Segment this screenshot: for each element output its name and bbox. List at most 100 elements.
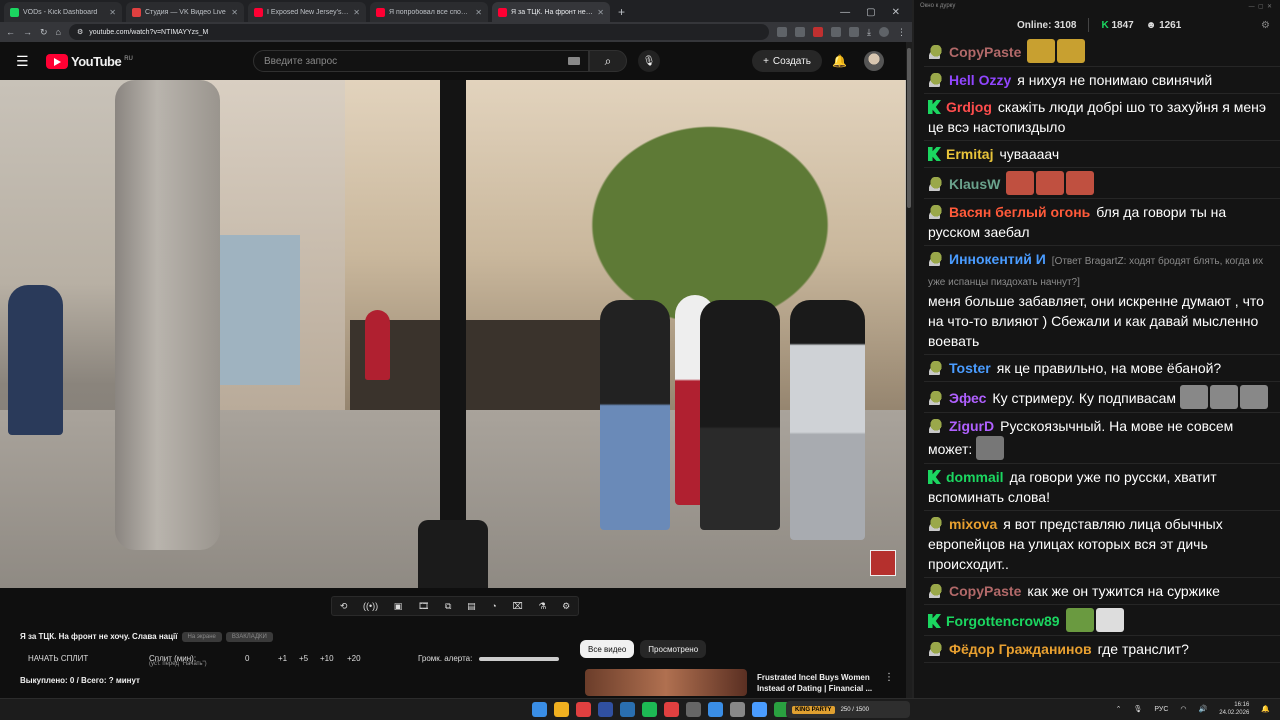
close-tab-icon[interactable]: ✕ bbox=[231, 8, 238, 17]
extension-icon[interactable] bbox=[831, 27, 842, 37]
taskbar-app-icon[interactable] bbox=[598, 702, 613, 717]
create-button[interactable]: + Создать bbox=[752, 50, 822, 72]
chip-watched[interactable]: Просмотрено bbox=[640, 640, 707, 658]
chat-username[interactable]: Васян беглый огонь bbox=[949, 204, 1090, 220]
taskbar-app-icon[interactable] bbox=[576, 702, 591, 717]
minimize-icon[interactable]: — bbox=[840, 7, 850, 18]
account-avatar[interactable] bbox=[864, 51, 884, 71]
notifications-bell-icon[interactable]: 🔔 bbox=[832, 54, 847, 68]
bookmark-pill[interactable]: ВЗАКЛАДКИ bbox=[225, 632, 273, 642]
chat-username[interactable]: Hell Ozzy bbox=[949, 72, 1011, 88]
tab-youtube-1[interactable]: I Exposed New Jersey's Jewish✕ bbox=[248, 2, 366, 22]
forward-icon[interactable]: → bbox=[23, 27, 32, 37]
extension-icon[interactable] bbox=[849, 27, 860, 37]
taskbar-app-icon[interactable] bbox=[642, 702, 657, 717]
more-options-icon[interactable]: ⋮ bbox=[884, 672, 894, 683]
recommendation-title[interactable]: Frustrated Incel Buys Women Instead of D… bbox=[757, 672, 887, 694]
loop-icon[interactable]: ⟲ bbox=[340, 601, 348, 612]
chat-username[interactable]: Эфес bbox=[949, 390, 986, 406]
screenshot-icon[interactable]: ▣ bbox=[394, 601, 403, 612]
youtube-logo[interactable]: YouTube RU bbox=[46, 53, 133, 69]
chip-all-videos[interactable]: Все видео bbox=[580, 640, 635, 658]
settings-icon[interactable]: ⚙ bbox=[1261, 20, 1270, 31]
chat-username[interactable]: Toster bbox=[949, 360, 991, 376]
taskbar-app-icon[interactable] bbox=[708, 702, 723, 717]
profile-icon[interactable] bbox=[879, 27, 889, 37]
chat-username[interactable]: ZigurD bbox=[949, 418, 994, 434]
extension-icon[interactable] bbox=[777, 27, 788, 37]
overlay-pill[interactable]: На экране bbox=[181, 632, 222, 642]
taskbar-app-icon[interactable] bbox=[620, 702, 635, 717]
tab-youtube-2[interactable]: Я попробовал все способы б✕ bbox=[370, 2, 488, 22]
close-tab-icon[interactable]: ✕ bbox=[597, 8, 604, 17]
search-button[interactable]: ⌕ bbox=[589, 50, 627, 72]
extension-icon[interactable] bbox=[813, 27, 824, 37]
king-party-widget[interactable]: KING PARTY 250 / 1500 bbox=[786, 701, 910, 718]
scrollbar-thumb[interactable] bbox=[907, 48, 911, 208]
new-tab-icon[interactable]: + bbox=[618, 5, 625, 19]
url-field[interactable]: ⚙ youtube.com/watch?v=NTIMAYYzs_M bbox=[68, 24, 770, 40]
volume-icon[interactable]: 🔊 bbox=[1199, 705, 1208, 713]
download-icon[interactable]: ⤓ bbox=[867, 27, 871, 38]
split-plus1-button[interactable]: +1 bbox=[278, 654, 287, 663]
chat-username[interactable]: KlausW bbox=[949, 176, 1000, 192]
video-person bbox=[790, 300, 865, 540]
chat-window-controls[interactable]: — ▢ ✕ bbox=[1249, 3, 1272, 14]
video-player[interactable] bbox=[0, 80, 906, 588]
taskbar-app-icon[interactable] bbox=[554, 702, 569, 717]
chat-username[interactable]: mixova bbox=[949, 516, 997, 532]
recommendation-thumbnail[interactable] bbox=[585, 669, 747, 696]
camera-icon[interactable]: ⌧ bbox=[512, 601, 522, 612]
tab-vk-studio[interactable]: Студия — VK Видео Live ✕ bbox=[126, 2, 244, 22]
chat-username[interactable]: Grdjog bbox=[946, 99, 992, 115]
menu-dots-icon[interactable]: ⋮ bbox=[897, 27, 906, 38]
broadcast-icon[interactable]: ((•)) bbox=[363, 601, 378, 611]
taskbar-app-icon[interactable] bbox=[686, 702, 701, 717]
chat-username[interactable]: CopyPaste bbox=[949, 583, 1021, 599]
close-tab-icon[interactable]: ✕ bbox=[109, 8, 116, 17]
chat-username[interactable]: dommail bbox=[946, 469, 1004, 485]
lab-icon[interactable]: ⚗ bbox=[538, 601, 546, 612]
maximize-icon[interactable]: ▢ bbox=[866, 7, 875, 18]
tab-kick-vods[interactable]: VODs - Kick Dashboard ✕ bbox=[4, 2, 122, 22]
alert-volume-slider[interactable] bbox=[479, 657, 559, 661]
clock[interactable]: 16:16 24.02.2026 bbox=[1219, 701, 1249, 717]
chat-username[interactable]: CopyPaste bbox=[949, 44, 1021, 60]
speed-icon[interactable]: ◔ bbox=[491, 601, 496, 611]
mic-icon[interactable]: 🎙 bbox=[1134, 705, 1143, 713]
taskbar-app-icon[interactable] bbox=[752, 702, 767, 717]
chat-username[interactable]: Фёдор Гражданинов bbox=[949, 641, 1092, 657]
back-icon[interactable]: ← bbox=[6, 27, 15, 37]
subtitles-icon[interactable]: ▤ bbox=[467, 601, 476, 612]
tray-chevron-icon[interactable]: ⌃ bbox=[1116, 705, 1122, 713]
tab-youtube-active[interactable]: Я за ТЦК. На фронт не хоч ✕ bbox=[492, 2, 610, 22]
close-window-icon[interactable]: ✕ bbox=[892, 7, 900, 18]
language-indicator[interactable]: РУС bbox=[1154, 706, 1168, 713]
close-tab-icon[interactable]: ✕ bbox=[353, 8, 360, 17]
hamburger-menu-icon[interactable]: ☰ bbox=[16, 53, 32, 70]
close-tab-icon[interactable]: ✕ bbox=[475, 8, 482, 17]
film-icon[interactable]: 🎞 bbox=[418, 601, 429, 612]
chat-username[interactable]: Иннокентий И bbox=[949, 251, 1046, 267]
home-icon[interactable]: ⌂ bbox=[56, 27, 61, 37]
taskbar-app-icon[interactable] bbox=[532, 702, 547, 717]
voice-search-button[interactable]: 🎙 bbox=[638, 50, 660, 72]
pip-icon[interactable]: ⧉ bbox=[445, 601, 451, 612]
reload-icon[interactable]: ↻ bbox=[40, 27, 48, 38]
chat-username[interactable]: Ermitaj bbox=[946, 146, 993, 162]
notifications-icon[interactable]: 🔔 bbox=[1261, 705, 1270, 713]
split-plus10-button[interactable]: +10 bbox=[320, 654, 334, 663]
chat-username[interactable]: Forgottencrow89 bbox=[946, 613, 1060, 629]
split-plus20-button[interactable]: +20 bbox=[347, 654, 361, 663]
keyboard-icon[interactable] bbox=[568, 57, 580, 65]
taskbar-app-icon[interactable] bbox=[730, 702, 745, 717]
taskbar-app-icon[interactable] bbox=[664, 702, 679, 717]
network-icon[interactable]: ◠ bbox=[1180, 705, 1186, 713]
split-value[interactable]: 0 bbox=[245, 654, 249, 663]
site-info-icon[interactable]: ⚙ bbox=[77, 28, 83, 36]
search-input[interactable]: Введите запрос bbox=[253, 50, 589, 72]
split-plus5-button[interactable]: +5 bbox=[299, 654, 308, 663]
start-split-button[interactable]: НАЧАТЬ СПЛИТ bbox=[28, 654, 88, 663]
settings-icon[interactable]: ⚙ bbox=[562, 601, 570, 612]
extension-icon[interactable] bbox=[795, 27, 806, 37]
